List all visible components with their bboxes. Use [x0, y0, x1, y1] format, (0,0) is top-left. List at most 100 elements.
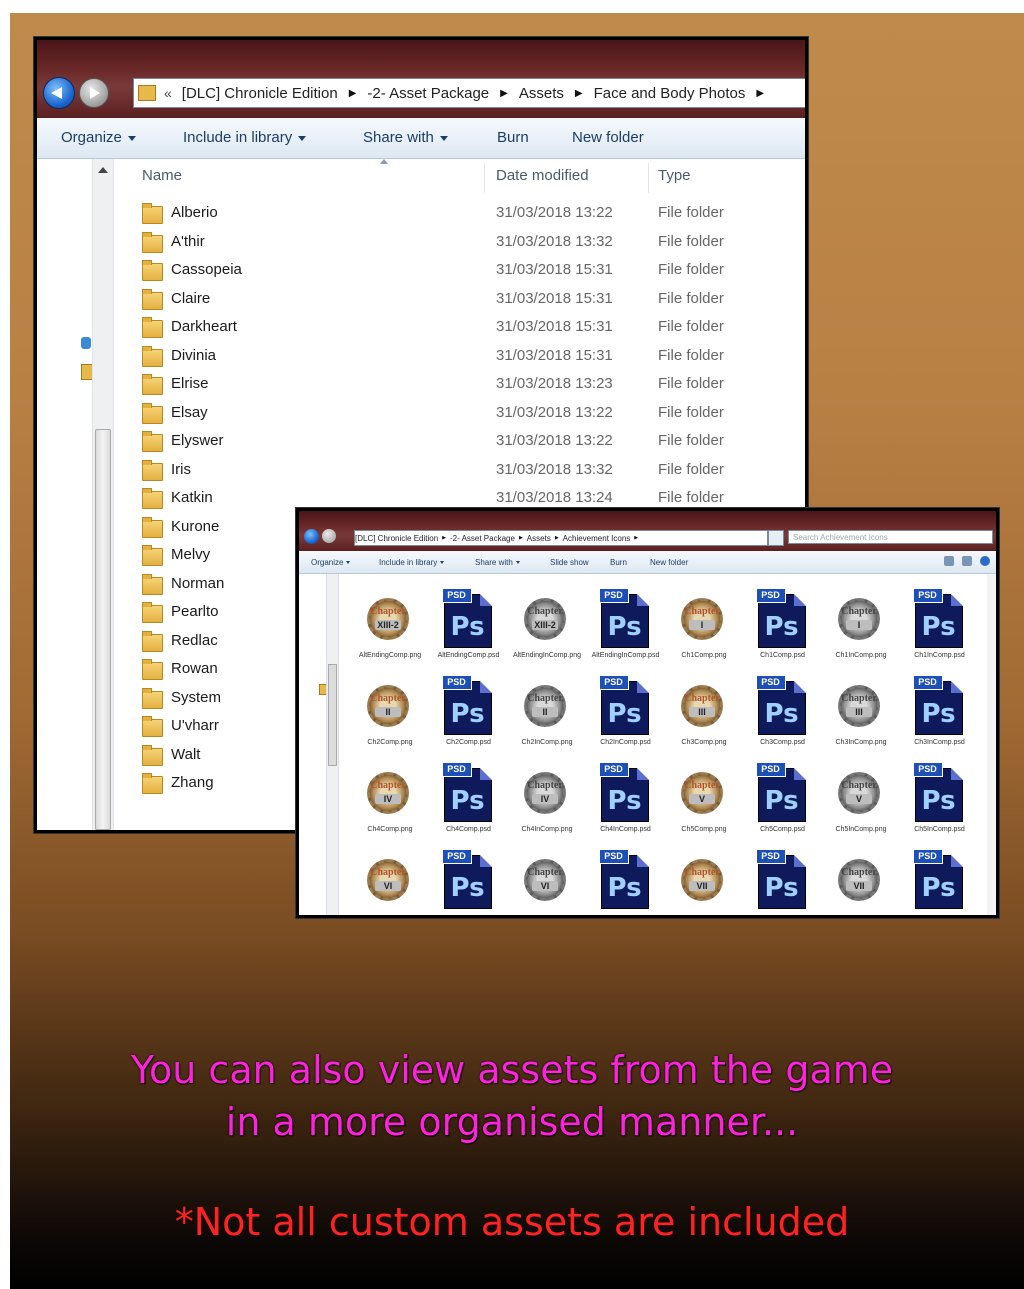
psd-file-tile[interactable]: PSD Ps: [901, 845, 979, 915]
forward-button[interactable]: [79, 78, 109, 108]
psd-file-tile[interactable]: PSD Ps Ch5Comp.psd: [744, 758, 822, 838]
file-row[interactable]: Elyswer 31/03/2018 13:22 File folder: [142, 431, 782, 457]
psd-file-tile[interactable]: PSD Ps Ch4InComp.psd: [587, 758, 665, 838]
column-type[interactable]: Type: [658, 167, 691, 184]
toolbar-organize-button[interactable]: Organize: [61, 129, 136, 146]
scroll-thumb[interactable]: [328, 664, 337, 766]
file-row[interactable]: Elsay 31/03/2018 13:22 File folder: [142, 402, 782, 429]
png-file-tile[interactable]: Chapter I Ch1Comp.png: [665, 584, 743, 664]
png-file-tile[interactable]: Chapter III Ch3InComp.png: [822, 671, 900, 751]
png-file-tile[interactable]: Chapter V Ch5InComp.png: [822, 758, 900, 838]
forward-button[interactable]: [322, 529, 336, 543]
address-segment[interactable]: Assets: [527, 534, 551, 543]
psd-file-tile[interactable]: PSD Ps Ch1InComp.psd: [901, 584, 979, 664]
file-type: File folder: [658, 204, 724, 221]
png-file-tile[interactable]: Chapter IV Ch4InComp.png: [508, 758, 586, 838]
file-row[interactable]: Divinia 31/03/2018 15:31 File folder: [142, 345, 782, 372]
toolbar-new-folder-button[interactable]: New folder: [572, 129, 644, 146]
preview-pane-icon[interactable]: [962, 556, 972, 566]
content-scrollbar[interactable]: [987, 574, 996, 915]
png-file-tile[interactable]: Chapter II Ch2InComp.png: [508, 671, 586, 751]
address-separator-icon[interactable]: ▶: [442, 535, 446, 541]
png-file-tile[interactable]: Chapter II Ch2Comp.png: [351, 671, 429, 751]
toolbar-burn-button[interactable]: Burn: [497, 129, 529, 146]
psd-file-tile[interactable]: PSD Ps Ch5InComp.psd: [901, 758, 979, 838]
toolbar-organize-button[interactable]: Organize: [311, 558, 351, 567]
toolbar-burn-button[interactable]: Burn: [610, 558, 627, 567]
file-name: Elrise: [171, 375, 209, 392]
address-segment[interactable]: [DLC] Chronicle Edition: [182, 85, 338, 102]
column-divider[interactable]: [484, 163, 485, 193]
photoshop-file-icon: PSD Ps: [598, 675, 649, 735]
file-row[interactable]: A'thir 31/03/2018 13:32 File folder: [142, 231, 782, 258]
file-row[interactable]: Claire 31/03/2018 15:31 File folder: [142, 288, 782, 315]
back-button[interactable]: [43, 77, 75, 109]
psd-file-tile[interactable]: PSD Ps: [587, 845, 665, 915]
toolbar-include-in-library-button[interactable]: Include in library: [379, 558, 445, 567]
address-separator-icon[interactable]: ▶: [500, 88, 508, 99]
address-segment[interactable]: [DLC] Chronicle Edition: [355, 534, 438, 543]
psd-file-tile[interactable]: PSD Ps AltEndingComp.psd: [430, 584, 508, 664]
png-file-tile[interactable]: Chapter XIII-2 AltEndingComp.png: [351, 584, 429, 664]
change-view-icon[interactable]: [944, 556, 954, 566]
address-separator-icon[interactable]: ▶: [575, 88, 583, 99]
address-separator-icon[interactable]: ▶: [555, 535, 559, 541]
address-segment[interactable]: -2- Asset Package: [450, 534, 515, 543]
file-row[interactable]: Darkheart 31/03/2018 15:31 File folder: [142, 317, 782, 343]
column-divider[interactable]: [648, 163, 649, 193]
png-file-tile[interactable]: Chapter VII: [665, 845, 743, 915]
png-file-tile[interactable]: Chapter III Ch3Comp.png: [665, 671, 743, 751]
navigation-scrollbar[interactable]: [92, 159, 114, 830]
photoshop-file-icon: PSD Ps: [598, 588, 649, 648]
scroll-up-arrow-icon[interactable]: [98, 167, 108, 173]
search-input[interactable]: Search Achievement Icons: [788, 530, 993, 544]
png-file-tile[interactable]: Chapter VI: [351, 845, 429, 915]
address-bar[interactable]: [DLC] Chronicle Edition ▶ -2- Asset Packag…: [354, 530, 768, 546]
toolbar-share-with-button[interactable]: Share with: [363, 129, 448, 146]
psd-file-tile[interactable]: PSD Ps Ch1Comp.psd: [744, 584, 822, 664]
toolbar-new-folder-button[interactable]: New folder: [650, 558, 688, 567]
network-icon[interactable]: [81, 337, 91, 349]
toolbar-slide-show-button[interactable]: Slide show: [550, 558, 589, 567]
psd-file-tile[interactable]: PSD Ps Ch4Comp.psd: [430, 758, 508, 838]
address-prefix[interactable]: «: [164, 85, 172, 101]
file-row[interactable]: Iris 31/03/2018 13:32 File folder: [142, 459, 782, 486]
column-name[interactable]: Name: [142, 167, 182, 184]
address-segment[interactable]: Assets: [519, 85, 564, 102]
address-separator-icon[interactable]: ▶: [349, 88, 357, 99]
address-separator-icon[interactable]: ▶: [519, 535, 523, 541]
psd-file-tile[interactable]: PSD Ps Ch2Comp.psd: [430, 671, 508, 751]
png-file-tile[interactable]: Chapter V Ch5Comp.png: [665, 758, 743, 838]
address-bar[interactable]: « [DLC] Chronicle Edition ▶ -2- Asset Pack…: [133, 78, 805, 108]
png-file-tile[interactable]: Chapter VII: [822, 845, 900, 915]
folder-icon: [142, 716, 163, 737]
help-icon[interactable]: [980, 556, 990, 566]
file-row[interactable]: Alberio 31/03/2018 13:22 File folder: [142, 203, 782, 229]
chapter-number: VI: [375, 881, 401, 891]
navigation-scrollbar[interactable]: [326, 574, 339, 915]
file-row[interactable]: Elrise 31/03/2018 13:23 File folder: [142, 374, 782, 400]
address-segment[interactable]: Achievement Icons: [563, 534, 631, 543]
png-file-tile[interactable]: Chapter XIII-2 AltEndingInComp.png: [508, 584, 586, 664]
toolbar-share-with-button[interactable]: Share with: [475, 558, 520, 567]
psd-file-tile[interactable]: PSD Ps: [430, 845, 508, 915]
psd-file-tile[interactable]: PSD Ps Ch3Comp.psd: [744, 671, 822, 751]
refresh-icon[interactable]: [768, 530, 784, 546]
psd-file-tile[interactable]: PSD Ps Ch3InComp.psd: [901, 671, 979, 751]
file-row[interactable]: Cassopeia 31/03/2018 15:31 File folder: [142, 260, 782, 286]
back-button[interactable]: [304, 529, 319, 544]
address-separator-icon[interactable]: ▶: [756, 88, 764, 99]
toolbar-include-in-library-button[interactable]: Include in library: [183, 129, 307, 146]
column-date-modified[interactable]: Date modified: [496, 167, 589, 184]
psd-file-tile[interactable]: PSD Ps: [744, 845, 822, 915]
address-segment[interactable]: Face and Body Photos: [594, 85, 746, 102]
png-file-tile[interactable]: Chapter IV Ch4Comp.png: [351, 758, 429, 838]
psd-file-tile[interactable]: PSD Ps Ch2InComp.psd: [587, 671, 665, 751]
address-segment[interactable]: -2- Asset Package: [367, 85, 489, 102]
address-separator-icon[interactable]: ▶: [634, 535, 638, 541]
file-label: Ch3InComp.png: [835, 739, 887, 746]
scroll-thumb[interactable]: [95, 429, 111, 830]
png-file-tile[interactable]: Chapter VI: [508, 845, 586, 915]
psd-file-tile[interactable]: PSD Ps AltEndingInComp.psd: [587, 584, 665, 664]
png-file-tile[interactable]: Chapter I Ch1InComp.png: [822, 584, 900, 664]
